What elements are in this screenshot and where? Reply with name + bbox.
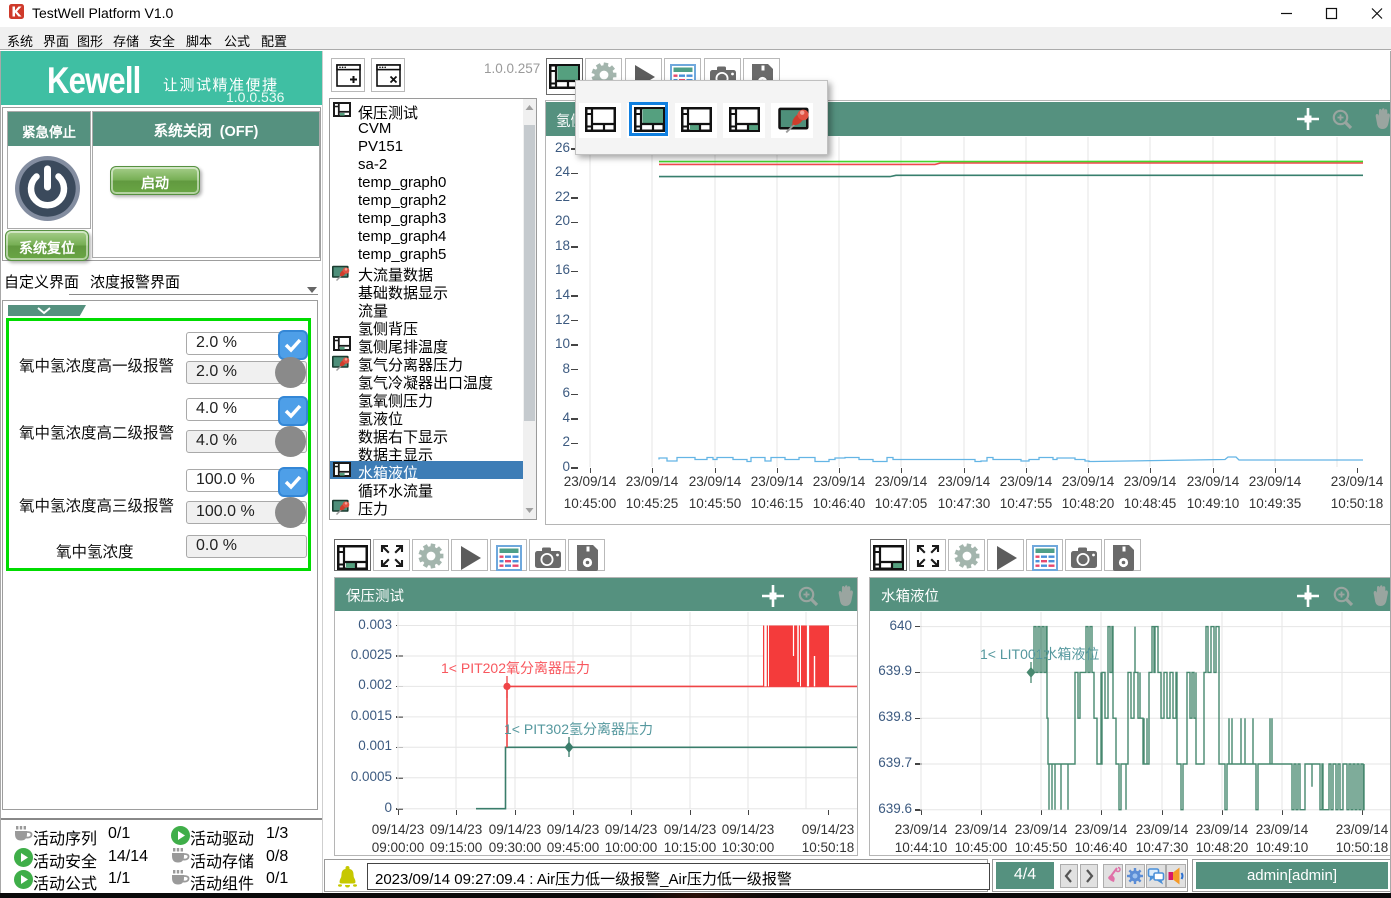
svg-text:1< PIT302氢分离器压力: 1< PIT302氢分离器压力 (504, 721, 653, 737)
svg-text:1< PIT202氧分离器压力: 1< PIT202氧分离器压力 (441, 660, 590, 676)
svg-text:1< LIT001水箱液位: 1< LIT001水箱液位 (980, 646, 1099, 662)
